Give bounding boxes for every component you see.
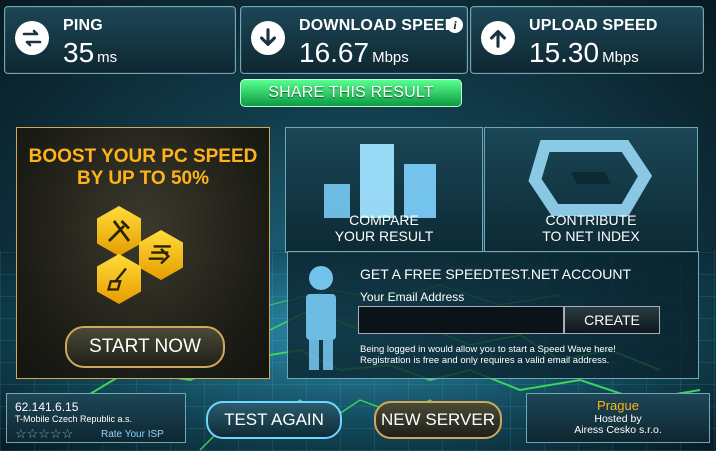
host-name: Airess Cesko s.r.o.: [574, 424, 662, 436]
upload-value: 15.30 Mbps: [529, 37, 639, 69]
ip-address: 62.141.6.15: [15, 400, 79, 414]
download-label: DOWNLOAD SPEED: [299, 17, 457, 34]
ping-value: 35 ms: [63, 37, 117, 69]
speed-icon: [139, 230, 183, 280]
boost-title-line1: BOOST YOUR PC SPEED: [28, 146, 258, 167]
net-index-icon: [528, 140, 653, 216]
compare-caption: COMPARE YOUR RESULT: [286, 212, 482, 244]
contribute-line1: CONTRIBUTE: [545, 212, 637, 228]
info-icon[interactable]: i: [447, 17, 463, 33]
contribute-line2: TO NET INDEX: [542, 228, 640, 244]
upload-arrow-icon: [481, 21, 515, 55]
share-result-button[interactable]: SHARE THIS RESULT: [240, 79, 462, 107]
server-box: Prague Hosted by Airess Cesko s.r.o.: [526, 393, 710, 443]
bar-chart-icon: [324, 144, 436, 218]
ping-panel: PING 35 ms: [4, 6, 236, 74]
broom-icon: [97, 254, 141, 304]
contribute-caption: CONTRIBUTE TO NET INDEX: [485, 212, 697, 244]
ping-label: PING: [63, 17, 103, 34]
boost-pc-ad[interactable]: BOOST YOUR PC SPEED BY UP TO 50% START N…: [16, 127, 270, 379]
ping-number: 35: [63, 37, 95, 68]
email-label: Your Email Address: [360, 290, 465, 304]
upload-label: UPLOAD SPEED: [529, 17, 658, 34]
server-city: Prague: [597, 398, 639, 413]
compare-line2: YOUR RESULT: [334, 228, 434, 244]
person-figure-icon: [306, 266, 336, 370]
upload-unit: Mbps: [602, 49, 639, 66]
boost-title: BOOST YOUR PC SPEED BY UP TO 50%: [17, 146, 269, 190]
new-server-button[interactable]: NEW SERVER: [374, 401, 502, 439]
boost-title-line2: BY UP TO 50%: [76, 168, 209, 189]
tools-icon: [97, 206, 141, 256]
download-panel: DOWNLOAD SPEED i 16.67 Mbps: [240, 6, 468, 74]
download-value: 16.67 Mbps: [299, 37, 409, 69]
account-note-line1: Being logged in would allow you to start…: [360, 344, 616, 355]
test-again-button[interactable]: TEST AGAIN: [206, 401, 342, 439]
start-now-button[interactable]: START NOW: [65, 326, 225, 368]
email-input[interactable]: [358, 306, 564, 334]
hosted-info: Hosted by Airess Cesko s.r.o.: [527, 414, 709, 436]
account-signup: GET A FREE SPEEDTEST.NET ACCOUNT Your Em…: [287, 251, 699, 379]
create-account-button[interactable]: CREATE: [564, 306, 660, 334]
isp-box: 62.141.6.15 T-Mobile Czech Republic a.s.…: [6, 393, 186, 443]
download-arrow-icon: [251, 21, 285, 55]
results-bar: PING 35 ms DOWNLOAD SPEED i 16.67 Mbps UPL…: [4, 6, 704, 74]
footer-bar: 62.141.6.15 T-Mobile Czech Republic a.s.…: [6, 393, 710, 443]
account-note: Being logged in would allow you to start…: [360, 344, 680, 366]
account-note-line2: Registration is free and only requires a…: [360, 355, 610, 366]
upload-number: 15.30: [529, 37, 600, 68]
contribute-tile[interactable]: CONTRIBUTE TO NET INDEX: [484, 127, 698, 253]
isp-name: T-Mobile Czech Republic a.s.: [15, 414, 133, 424]
rating-stars[interactable]: ☆☆☆☆☆: [15, 426, 73, 442]
ping-icon: [15, 21, 49, 55]
download-number: 16.67: [299, 37, 370, 68]
rate-isp-link[interactable]: Rate Your ISP: [101, 429, 164, 440]
download-unit: Mbps: [372, 49, 409, 66]
compare-result-tile[interactable]: COMPARE YOUR RESULT: [285, 127, 483, 253]
upload-panel: UPLOAD SPEED 15.30 Mbps: [470, 6, 704, 74]
account-title: GET A FREE SPEEDTEST.NET ACCOUNT: [360, 266, 631, 282]
compare-line1: COMPARE: [349, 212, 419, 228]
speedtest-app: PING 35 ms DOWNLOAD SPEED i 16.67 Mbps UPL…: [0, 0, 716, 451]
ping-unit: ms: [97, 49, 118, 66]
